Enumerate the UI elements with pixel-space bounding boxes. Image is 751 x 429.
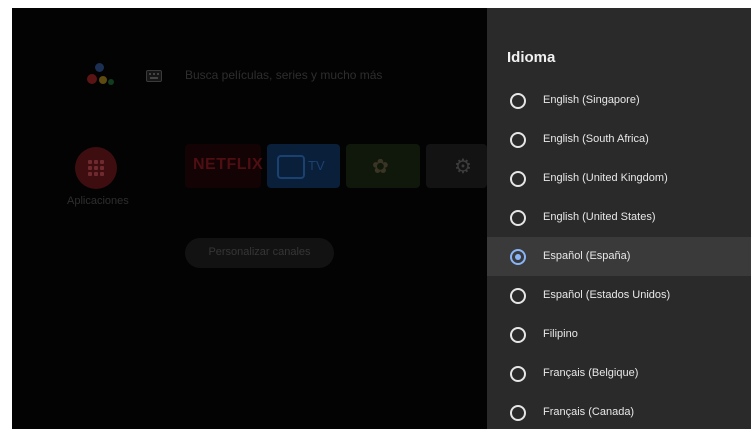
language-option[interactable]: Filipino — [487, 315, 751, 354]
radio-button-icon[interactable] — [510, 171, 526, 187]
panel-title: Idioma — [507, 49, 556, 66]
language-label: Español (España) — [543, 250, 631, 262]
language-option[interactable]: English (United States) — [487, 198, 751, 237]
language-label: English (United States) — [543, 211, 656, 223]
language-label: Filipino — [543, 328, 578, 340]
game-app-tile[interactable]: ✿ — [346, 144, 420, 188]
tv-tile[interactable]: TV — [267, 144, 340, 188]
language-list[interactable]: English (Singapore) English (South Africa… — [487, 81, 751, 429]
tv-label: TV — [308, 158, 325, 173]
radio-button-icon[interactable] — [510, 327, 526, 343]
radio-button-icon[interactable] — [510, 249, 526, 265]
game-app-icon: ✿ — [372, 156, 389, 178]
tv-icon — [277, 155, 305, 179]
radio-button-icon[interactable] — [510, 405, 526, 421]
radio-button-icon[interactable] — [510, 93, 526, 109]
radio-button-icon[interactable] — [510, 210, 526, 226]
customize-channels-button[interactable]: Personalizar canales — [185, 238, 334, 268]
language-panel: Idioma English (Singapore) English (South… — [487, 8, 751, 429]
language-option[interactable]: Français (Belgique) — [487, 354, 751, 393]
language-label: Français (Canada) — [543, 406, 635, 418]
home-screen-dimmed: Busca películas, series y mucho más Apli… — [12, 8, 487, 429]
keyboard-icon[interactable] — [146, 70, 162, 82]
language-option[interactable]: English (South Africa) — [487, 120, 751, 159]
google-assistant-icon[interactable] — [84, 63, 116, 91]
apps-grid-icon — [88, 160, 104, 176]
settings-tile[interactable]: ⚙ — [426, 144, 487, 188]
tv-screen: Busca películas, series y mucho más Apli… — [12, 8, 751, 429]
search-hint[interactable]: Busca películas, series y mucho más — [185, 68, 382, 82]
language-option[interactable]: English (United Kingdom) — [487, 159, 751, 198]
language-option[interactable]: Français (Canada) — [487, 393, 751, 429]
apps-button[interactable] — [75, 147, 117, 189]
language-option[interactable]: Español (Estados Unidos) — [487, 276, 751, 315]
language-label: Español (Estados Unidos) — [543, 289, 671, 301]
radio-button-icon[interactable] — [510, 288, 526, 304]
language-label: English (United Kingdom) — [543, 172, 668, 184]
customize-channels-label: Personalizar canales — [208, 246, 311, 258]
language-label: English (South Africa) — [543, 133, 649, 145]
settings-gear-icon: ⚙ — [454, 156, 472, 178]
language-label: Français (Belgique) — [543, 367, 639, 379]
netflix-logo: NETFLIX — [193, 156, 264, 173]
radio-dot — [515, 254, 521, 260]
language-label: English (Singapore) — [543, 94, 640, 106]
radio-button-icon[interactable] — [510, 366, 526, 382]
language-option[interactable]: English (Singapore) — [487, 81, 751, 120]
netflix-tile[interactable]: NETFLIX — [185, 144, 264, 188]
apps-label: Aplicaciones — [67, 195, 129, 207]
language-option[interactable]: Español (España) — [487, 237, 751, 276]
radio-button-icon[interactable] — [510, 132, 526, 148]
